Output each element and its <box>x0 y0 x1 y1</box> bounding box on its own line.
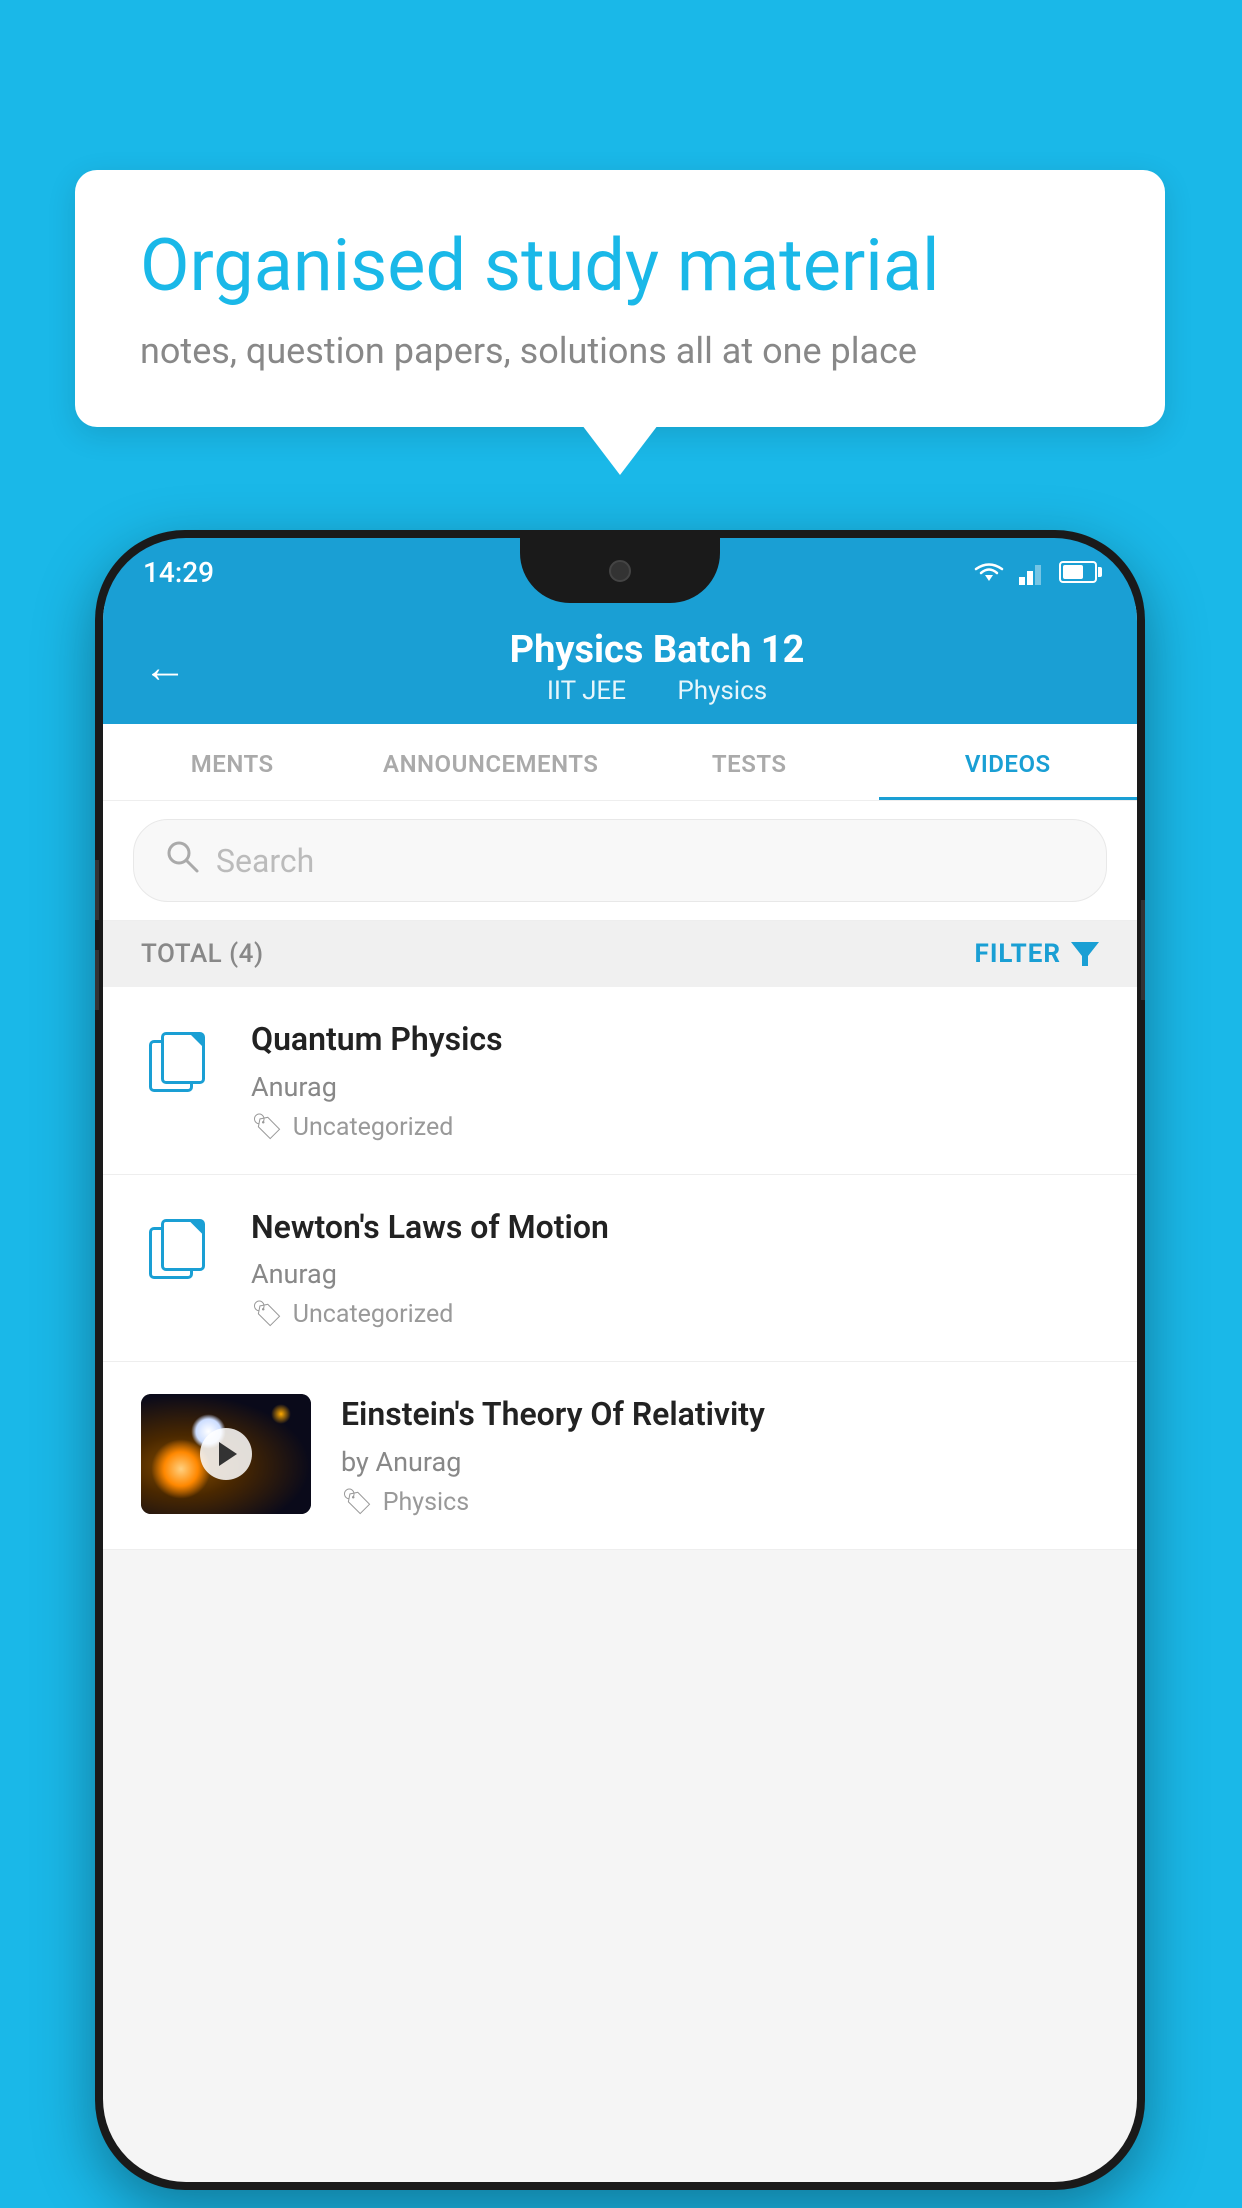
tag-label: Uncategorized <box>293 1300 454 1329</box>
play-button[interactable] <box>200 1428 252 1480</box>
header-center: Physics Batch 12 IIT JEE Physics <box>217 628 1097 706</box>
file-stack-icon <box>149 1032 214 1097</box>
search-icon <box>164 838 200 883</box>
tabs-bar: MENTS ANNOUNCEMENTS TESTS VIDEOS <box>103 724 1137 801</box>
header-subtitle-right: Physics <box>677 676 767 706</box>
video-title: Quantum Physics <box>251 1019 1099 1061</box>
tag-label: Physics <box>383 1488 469 1517</box>
tag-icon: 🏷 <box>341 1488 373 1517</box>
battery-icon <box>1059 561 1097 583</box>
video-tag: 🏷 Uncategorized <box>251 1113 1099 1142</box>
camera <box>609 560 631 582</box>
bubble-title: Organised study material <box>140 225 1100 308</box>
video-thumbnail <box>141 1394 311 1514</box>
filter-icon <box>1071 942 1099 966</box>
video-title: Newton's Laws of Motion <box>251 1207 1099 1249</box>
app-header: ← Physics Batch 12 IIT JEE Physics <box>103 606 1137 724</box>
file-icon-wrap <box>141 1207 221 1297</box>
video-info: Quantum Physics Anurag 🏷 Uncategorized <box>251 1019 1099 1142</box>
play-triangle-icon <box>219 1442 237 1466</box>
list-item[interactable]: Quantum Physics Anurag 🏷 Uncategorized <box>103 987 1137 1175</box>
bubble-subtitle: notes, question papers, solutions all at… <box>140 330 1100 372</box>
phone-frame: 14:29 <box>95 530 1145 2190</box>
file-icon-wrap <box>141 1019 221 1109</box>
video-list: Quantum Physics Anurag 🏷 Uncategorized <box>103 987 1137 1550</box>
tab-ments[interactable]: MENTS <box>103 724 362 800</box>
phone-inner: 14:29 <box>103 538 1137 2182</box>
video-info: Einstein's Theory Of Relativity by Anura… <box>341 1394 1099 1517</box>
status-icons <box>971 559 1097 585</box>
tab-tests[interactable]: TESTS <box>620 724 879 800</box>
cosmos-star3 <box>271 1404 291 1424</box>
back-button[interactable]: ← <box>143 641 187 693</box>
video-info: Newton's Laws of Motion Anurag 🏷 Uncateg… <box>251 1207 1099 1330</box>
search-bar: Search <box>103 801 1137 921</box>
signal-icon <box>1019 559 1047 585</box>
search-placeholder: Search <box>216 842 314 880</box>
tab-announcements[interactable]: ANNOUNCEMENTS <box>362 724 621 800</box>
total-count: TOTAL (4) <box>141 939 264 969</box>
header-subtitle-left: IIT JEE <box>547 676 626 706</box>
wifi-icon <box>971 559 1007 585</box>
video-tag: 🏷 Uncategorized <box>251 1300 1099 1329</box>
battery-fill <box>1063 565 1083 579</box>
notch <box>520 538 720 603</box>
file-front <box>161 1032 205 1084</box>
video-author: Anurag <box>251 1258 1099 1290</box>
video-author: by Anurag <box>341 1446 1099 1478</box>
video-author: Anurag <box>251 1071 1099 1103</box>
volume-up-button <box>95 860 99 920</box>
power-button <box>1141 900 1145 1000</box>
header-subtitle: IIT JEE Physics <box>217 676 1097 706</box>
tab-videos[interactable]: VIDEOS <box>879 724 1138 800</box>
filter-label: FILTER <box>975 939 1061 969</box>
tag-icon: 🏷 <box>251 1113 283 1142</box>
video-title: Einstein's Theory Of Relativity <box>341 1394 1099 1436</box>
app-screen: ← Physics Batch 12 IIT JEE Physics MENTS… <box>103 606 1137 2182</box>
filter-button[interactable]: FILTER <box>975 939 1099 969</box>
file-stack-icon <box>149 1219 214 1284</box>
list-item[interactable]: Newton's Laws of Motion Anurag 🏷 Uncateg… <box>103 1175 1137 1363</box>
header-title: Physics Batch 12 <box>217 628 1097 672</box>
search-input-wrap[interactable]: Search <box>133 819 1107 902</box>
tag-icon: 🏷 <box>251 1300 283 1329</box>
list-item[interactable]: Einstein's Theory Of Relativity by Anura… <box>103 1362 1137 1550</box>
filter-bar: TOTAL (4) FILTER <box>103 921 1137 987</box>
volume-down-button <box>95 950 99 1010</box>
status-time: 14:29 <box>143 556 214 589</box>
header-subtitle-sep <box>648 676 654 706</box>
video-tag: 🏷 Physics <box>341 1488 1099 1517</box>
tag-label: Uncategorized <box>293 1113 454 1142</box>
speech-bubble: Organised study material notes, question… <box>75 170 1165 427</box>
file-front <box>161 1219 205 1271</box>
